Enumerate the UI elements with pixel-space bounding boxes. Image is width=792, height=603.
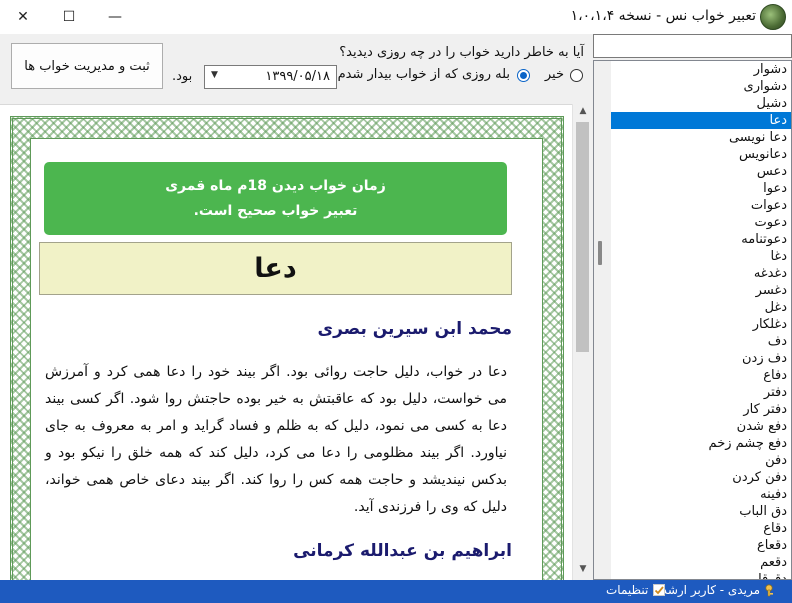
list-item[interactable]: دغسر bbox=[611, 282, 791, 299]
list-item[interactable]: دعانویس bbox=[611, 146, 791, 163]
list-item[interactable]: دقعاع bbox=[611, 537, 791, 554]
app-window: ✕ ☐ — تعبیر خواب نس - نسخه ۱،۰،۱،۴ ثبت و… bbox=[0, 0, 792, 603]
date-form: ثبت و مدیریت خواب ها آیا به خاطر دارید خ… bbox=[0, 34, 592, 102]
list-item[interactable]: دقوقا bbox=[611, 571, 791, 579]
banner-line-1: زمان خواب دیدن 18م ماه قمری bbox=[165, 177, 386, 194]
minimize-icon: — bbox=[108, 9, 122, 25]
settings-button[interactable]: تنظیمات bbox=[606, 583, 666, 597]
list-item[interactable]: دف bbox=[611, 333, 791, 350]
list-item[interactable]: دق الباب bbox=[611, 503, 791, 520]
list-item[interactable]: دغدغه bbox=[611, 265, 791, 282]
scroll-up-icon[interactable]: ▲ bbox=[573, 106, 593, 120]
scroll-down-icon[interactable]: ▼ bbox=[573, 564, 593, 578]
minimize-button[interactable]: — bbox=[92, 0, 138, 34]
interpretation-pane: زمان خواب دیدن 18م ماه قمری تعبیر خواب ص… bbox=[0, 104, 592, 580]
list-scrollbar[interactable] bbox=[594, 61, 611, 579]
close-button[interactable]: ✕ bbox=[0, 0, 46, 34]
list-item[interactable]: دفع شدن bbox=[611, 418, 791, 435]
list-item[interactable]: دشوار bbox=[611, 61, 791, 78]
interpretation-text: دعا در خواب، دلیل حاجت روائی بود. اگر بی… bbox=[45, 364, 507, 515]
list-item[interactable]: دف زدن bbox=[611, 350, 791, 367]
date-picker[interactable]: ۱۳۹۹/۰۵/۱۸ ▼ bbox=[204, 65, 337, 89]
maximize-button[interactable]: ☐ bbox=[46, 0, 92, 34]
register-dreams-button[interactable]: ثبت و مدیریت خواب ها bbox=[11, 43, 163, 89]
maximize-icon: ☐ bbox=[62, 9, 76, 25]
list-item[interactable]: دفاع bbox=[611, 367, 791, 384]
close-icon: ✕ bbox=[17, 9, 29, 25]
chevron-down-icon[interactable]: ▼ bbox=[211, 70, 218, 80]
app-logo-icon bbox=[760, 4, 786, 30]
banner-line-2: تعبیر خواب صحیح است. bbox=[193, 202, 358, 219]
settings-label: تنظیمات bbox=[606, 583, 649, 597]
list-item[interactable]: دقعم bbox=[611, 554, 791, 571]
radio-no[interactable] bbox=[570, 69, 583, 82]
list-item[interactable]: دقاع bbox=[611, 520, 791, 537]
window-title: تعبیر خواب نس - نسخه ۱،۰،۱،۴ bbox=[570, 8, 756, 24]
date-value: ۱۳۹۹/۰۵/۱۸ bbox=[265, 69, 330, 84]
list-item[interactable]: دفتر bbox=[611, 384, 791, 401]
scroll-thumb[interactable] bbox=[576, 122, 589, 352]
list-item[interactable]: دفینه bbox=[611, 486, 791, 503]
list-item[interactable]: دفع چشم زخم bbox=[611, 435, 791, 452]
list-item[interactable]: دغلکار bbox=[611, 316, 791, 333]
list-item[interactable]: دشواری bbox=[611, 78, 791, 95]
word-listbox[interactable]: دشوار دشواری دشیل دعا دعا نویسی دعانویس دعس دعو… bbox=[593, 60, 792, 580]
list-item[interactable]: دعوات bbox=[611, 197, 791, 214]
status-bar: مریدی - کاربر ارشد تنظیمات bbox=[0, 580, 792, 603]
status-user-text: مریدی - کاربر ارشد bbox=[661, 583, 760, 597]
author-heading-2: ابراهیم بن عبدالله کرمانی bbox=[293, 541, 512, 561]
interpretation-page: زمان خواب دیدن 18م ماه قمری تعبیر خواب ص… bbox=[30, 138, 543, 580]
list-item[interactable]: دفتر کار bbox=[611, 401, 791, 418]
list-item[interactable]: دعا نویسی bbox=[611, 129, 791, 146]
dream-word-heading: دعا bbox=[39, 242, 512, 295]
list-item[interactable]: دعا bbox=[611, 112, 791, 129]
radio-yes[interactable] bbox=[517, 69, 530, 82]
status-user: مریدی - کاربر ارشد bbox=[662, 583, 778, 597]
title-bar: ✕ ☐ — تعبیر خواب نس - نسخه ۱،۰،۱،۴ bbox=[0, 0, 792, 34]
list-item[interactable]: دفن bbox=[611, 452, 791, 469]
word-list: دشوار دشواری دشیل دعا دعا نویسی دعانویس دعس دعو… bbox=[611, 61, 791, 579]
moon-day-banner: زمان خواب دیدن 18م ماه قمری تعبیر خواب ص… bbox=[44, 162, 507, 235]
radio-yes-label[interactable]: بله روزی که از خواب بیدار شدم bbox=[338, 67, 510, 82]
list-item[interactable]: دعوت bbox=[611, 214, 791, 231]
list-item[interactable]: دغل bbox=[611, 299, 791, 316]
author-heading: محمد ابن سیرین بصری bbox=[317, 319, 512, 339]
list-item[interactable]: دشیل bbox=[611, 95, 791, 112]
list-item[interactable]: دعوا bbox=[611, 180, 791, 197]
list-scroll-thumb[interactable] bbox=[598, 241, 602, 265]
date-suffix: بود. bbox=[172, 69, 193, 84]
word-search-input[interactable] bbox=[593, 34, 792, 58]
settings-icon bbox=[653, 584, 666, 596]
date-question: آیا به خاطر دارید خواب را در چه روزی دید… bbox=[339, 45, 584, 60]
list-item[interactable]: دغا bbox=[611, 248, 791, 265]
user-key-icon bbox=[765, 584, 773, 597]
list-item[interactable]: دعس bbox=[611, 163, 791, 180]
list-item[interactable]: دعوتنامه bbox=[611, 231, 791, 248]
list-item[interactable]: دفن کردن bbox=[611, 469, 791, 486]
content-scrollbar[interactable]: ▲ ▼ bbox=[572, 104, 592, 580]
radio-no-label[interactable]: خیر bbox=[545, 67, 564, 82]
